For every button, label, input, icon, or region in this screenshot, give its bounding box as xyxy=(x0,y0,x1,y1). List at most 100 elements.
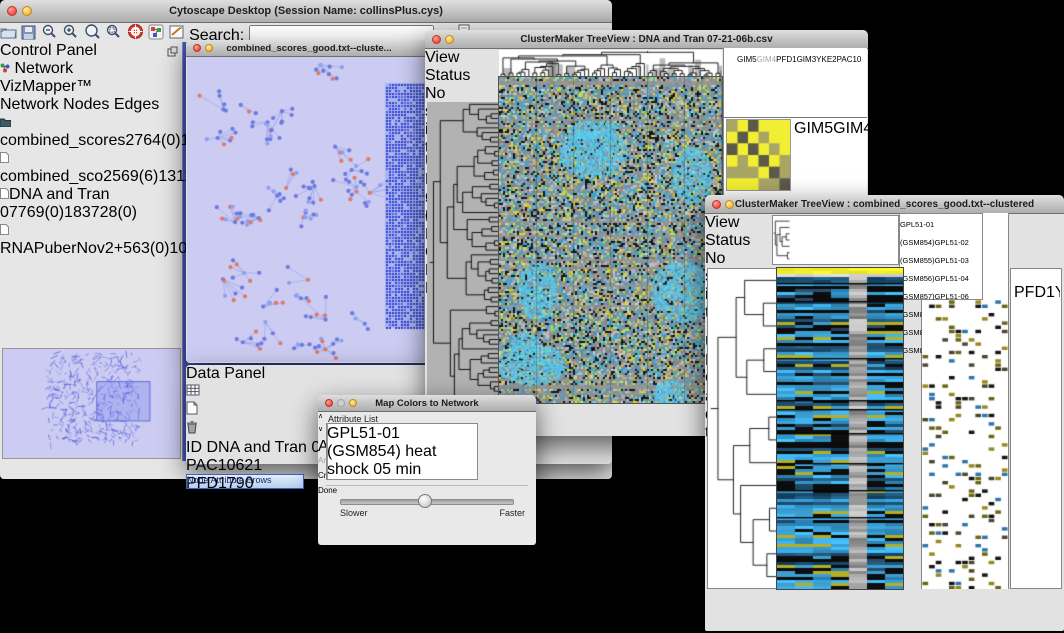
network-table-row[interactable]: combined_sco2569(6)13112(15) xyxy=(0,150,179,186)
minimize-button[interactable] xyxy=(725,200,734,209)
col-edges: Edges xyxy=(114,96,159,113)
minimize-button[interactable] xyxy=(22,6,32,16)
tab-vizmapper[interactable]: VizMapper™ xyxy=(0,78,76,96)
zoom-heatmap[interactable] xyxy=(922,300,1008,589)
tab-network-label: Network xyxy=(14,60,73,77)
network-view-title: combined_scores_good.txt--cluste... xyxy=(226,43,391,54)
network-table-row[interactable]: DNA and Tran 07769(0)183728(0) xyxy=(0,186,179,222)
network-name: RNAPuberNov2+ xyxy=(0,240,123,257)
array-label[interactable]: PAC10 xyxy=(837,55,862,64)
map-colors-dialog: Map Colors to Network Attribute List GPL… xyxy=(318,395,536,545)
gene-label-list: GIM5GIM4PFD1GIM3YKE2PAC10 xyxy=(794,120,865,196)
network-tab-icon xyxy=(0,63,10,73)
network-view-titlebar[interactable]: combined_scores_good.txt--cluste... xyxy=(186,40,432,57)
treeview-dna-title: ClusterMaker TreeView : DNA and Tran 07-… xyxy=(520,34,772,45)
network-table-rows: combined_scores2764(0)16218(0)combined_s… xyxy=(0,114,179,258)
minimize-button[interactable] xyxy=(445,35,454,44)
gene-label[interactable]: PAC10 xyxy=(993,120,1043,137)
gene-label[interactable]: GIM5 xyxy=(794,120,833,137)
gene-label[interactable]: GIM3 xyxy=(913,120,952,137)
slider-thumb[interactable] xyxy=(418,494,432,508)
treeview-dna-titlebar[interactable]: ClusterMaker TreeView : DNA and Tran 07-… xyxy=(425,30,868,49)
file-icon xyxy=(0,222,9,239)
main-window-title: Cytoscape Desktop (Session Name: collins… xyxy=(169,5,443,17)
global-heatmap[interactable] xyxy=(499,77,722,403)
close-button[interactable] xyxy=(7,6,17,16)
attribute-item[interactable]: GPL51-01 (GSM854) heat shock 05 min xyxy=(327,425,465,479)
zoom-button[interactable] xyxy=(217,44,225,52)
array-dendrogram[interactable] xyxy=(773,216,898,264)
zoom-button[interactable] xyxy=(37,6,47,16)
array-label-strip: GPL51-01 (GSM854)GPL51-02 (GSM855)GPL51-… xyxy=(899,213,983,300)
array-label[interactable]: GIM4 xyxy=(757,55,777,64)
col-nodes: Nodes xyxy=(63,96,109,113)
view-status-title: View Status xyxy=(705,214,750,249)
cell-id: PAC10 xyxy=(186,457,236,474)
gene-dendrogram-panel xyxy=(707,268,777,589)
network-view-window: combined_scores_good.txt--cluste... xyxy=(186,40,432,363)
gene-label[interactable]: PFD1 xyxy=(872,120,913,137)
close-button[interactable] xyxy=(432,35,441,44)
global-heatmap[interactable] xyxy=(777,268,903,589)
array-label[interactable]: GPL51-01 (GSM854) xyxy=(900,220,935,247)
network-table: Network Nodes Edges combined_scores2764(… xyxy=(0,96,179,370)
attribute-listbox[interactable]: GPL51-01 (GSM854) heat shock 05 minGPL51… xyxy=(326,423,478,480)
network-table-row[interactable]: RNAPuberNov2+563(0)107847(0) xyxy=(0,222,179,258)
network-overview-canvas[interactable] xyxy=(3,349,180,458)
minimize-button-disabled xyxy=(337,399,345,407)
control-panel-title: Control Panel xyxy=(0,42,182,60)
main-titlebar[interactable]: Cytoscape Desktop (Session Name: collins… xyxy=(0,0,612,23)
gene-label[interactable]: GIM4 xyxy=(833,120,872,137)
gene-label[interactable]: PFD1 xyxy=(1014,284,1055,301)
treeview-combined-window: ClusterMaker TreeView : combined_scores_… xyxy=(705,195,1064,631)
network-table-header[interactable]: Network Nodes Edges xyxy=(0,96,179,114)
array-dendrogram-panel[interactable] xyxy=(772,215,899,265)
array-label[interactable]: GIM5 xyxy=(737,55,757,64)
network-edges-count: 183728(0) xyxy=(64,204,137,221)
zoom-button[interactable] xyxy=(458,35,467,44)
dialog-titlebar[interactable]: Map Colors to Network xyxy=(318,395,536,412)
array-label[interactable]: PFD1 xyxy=(776,55,796,64)
treeview-combined-titlebar[interactable]: ClusterMaker TreeView : combined_scores_… xyxy=(705,195,1064,214)
network-name: combined_sco xyxy=(0,168,103,185)
view-status-panel: View Status No status info for this view xyxy=(705,214,767,251)
view-status-panel: View Status No status info for this view xyxy=(425,49,489,86)
gene-label[interactable]: YKE2 xyxy=(952,120,993,137)
zoom-button[interactable] xyxy=(738,200,747,209)
array-label-strip: GIM5GIM4PFD1GIM3YKE2PAC10 xyxy=(737,49,791,117)
network-name: combined_scores xyxy=(0,132,125,149)
array-dendrogram[interactable] xyxy=(499,50,722,76)
float-panel-icon[interactable] xyxy=(167,44,178,62)
gene-label[interactable]: YRA1 xyxy=(1055,284,1060,301)
faster-label: Faster xyxy=(499,508,525,518)
folder-icon xyxy=(0,114,11,131)
slower-label: Slower xyxy=(340,508,368,518)
gene-dendrogram[interactable] xyxy=(708,269,776,588)
array-label[interactable]: YKE2 xyxy=(816,55,836,64)
minimize-button[interactable] xyxy=(205,44,213,52)
tab-vizmapper-label: VizMapper™ xyxy=(0,78,92,95)
gene-label-list: PFD1YRA1RNR4MSL1SPC98CLN1NIS1BUD4ELG1MAK… xyxy=(1014,284,1060,587)
col-id: ID xyxy=(186,439,202,456)
close-button[interactable] xyxy=(712,200,721,209)
close-button[interactable] xyxy=(193,44,201,52)
col-network: Network xyxy=(0,96,59,113)
treeview-combined-title: ClusterMaker TreeView : combined_scores_… xyxy=(735,199,1034,210)
group-separator xyxy=(326,485,528,486)
network-view-canvas[interactable] xyxy=(187,57,431,362)
close-button[interactable] xyxy=(325,399,333,407)
attribute-item[interactable]: GPL51-02 (GSM855) heat shock 10 min xyxy=(327,479,465,480)
gene-dendrogram[interactable] xyxy=(427,102,498,403)
file-icon xyxy=(0,150,9,167)
gene-list-hscrollbar[interactable] xyxy=(1011,269,1057,279)
network-table-row[interactable]: combined_scores2764(0)16218(0) xyxy=(0,114,179,150)
tab-network[interactable]: Network xyxy=(0,60,86,78)
network-overview-panel[interactable] xyxy=(2,348,181,459)
minimize-button[interactable] xyxy=(349,399,357,407)
file-icon xyxy=(0,186,9,203)
cell-value: 621 xyxy=(236,457,263,474)
similarity-matrix-heatmap[interactable] xyxy=(727,120,790,190)
array-label[interactable]: GIM3 xyxy=(797,55,817,64)
view-status-title: View Status xyxy=(425,49,470,84)
control-panel: Control Panel Network VizMapper™ Network… xyxy=(0,42,183,461)
